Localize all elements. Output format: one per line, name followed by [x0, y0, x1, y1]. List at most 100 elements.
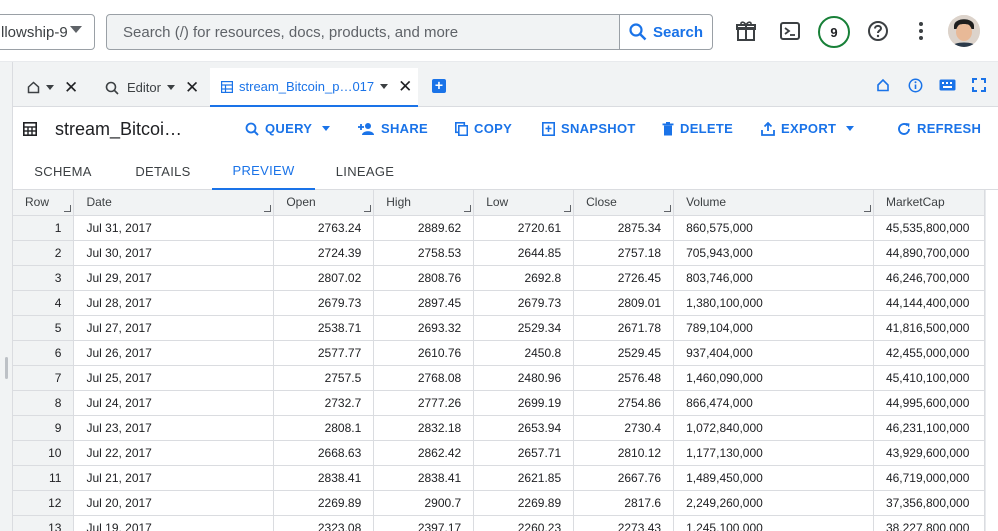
column-resize-handle[interactable]	[464, 204, 472, 212]
query-button[interactable]: QUERY	[245, 121, 331, 136]
table-cell-open: 2323.08	[273, 515, 375, 531]
column-header-marketcap[interactable]: MarketCap	[873, 190, 985, 216]
row-number: 6	[13, 340, 75, 366]
column-header-label: Volume	[686, 195, 727, 210]
table-row[interactable]: 5 Jul 27, 2017 2538.71 2693.32 2529.34 2671.7…	[13, 315, 985, 341]
table-row[interactable]: 7 Jul 25, 2017 2757.5 2768.08 2480.96 2576.48…	[13, 365, 985, 391]
table-row[interactable]: 11 Jul 21, 2017 2838.41 2838.41 2621.85 2667.…	[13, 465, 985, 491]
table-cell-volume: 1,460,090,000	[673, 365, 874, 391]
tab-stream-bitcoin[interactable]: stream_Bitcoin_p…017 ✕	[210, 68, 418, 107]
column-header-row[interactable]: Row	[13, 190, 75, 216]
table-cell-high: 2397.17	[373, 515, 475, 531]
table-row[interactable]: 6 Jul 26, 2017 2577.77 2610.76 2450.8 2529.45…	[13, 340, 985, 366]
table-cell-low: 2699.19	[473, 390, 575, 416]
table-cell-date: Jul 31, 2017	[73, 215, 275, 241]
search-icon	[629, 23, 647, 41]
notifications-badge[interactable]: 9	[818, 16, 850, 48]
tab-details[interactable]: DETAILS	[113, 152, 213, 190]
column-header-volume[interactable]: Volume	[673, 190, 874, 216]
chevron-down-icon	[846, 126, 855, 131]
table-row[interactable]: 10 Jul 22, 2017 2668.63 2862.42 2657.71 2810.…	[13, 440, 985, 466]
tab-editor[interactable]: Editor ✕	[105, 68, 199, 107]
table-cell-low: 2260.23	[473, 515, 575, 531]
column-header-open[interactable]: Open	[273, 190, 375, 216]
snapshot-icon	[542, 121, 555, 136]
table-icon	[221, 80, 233, 93]
close-icon[interactable]: ✕	[185, 78, 199, 98]
column-resize-handle[interactable]	[64, 204, 72, 212]
column-resize-handle[interactable]	[863, 204, 871, 212]
add-tab-icon[interactable]: +	[432, 78, 446, 93]
table-cell-high: 2838.41	[373, 465, 475, 491]
column-header-close[interactable]: Close	[573, 190, 675, 216]
cloud-shell-icon[interactable]	[775, 16, 805, 46]
column-resize-handle[interactable]	[564, 204, 572, 212]
table-cell-close: 2730.4	[573, 415, 675, 441]
column-resize-handle[interactable]	[664, 204, 672, 212]
search-button[interactable]: Search	[619, 15, 712, 49]
help-icon[interactable]	[863, 16, 893, 46]
table-row[interactable]: 13 Jul 19, 2017 2323.08 2397.17 2260.23 2273.…	[13, 515, 985, 531]
editor-tab-strip: ✕ Editor ✕ stream_Bitcoin_p…017 ✕ +	[13, 62, 998, 107]
table-cell-high: 2768.08	[373, 365, 475, 391]
table-cell-high: 2808.76	[373, 265, 475, 291]
tab-home[interactable]: ✕	[27, 68, 78, 107]
table-cell-marketcap: 42,455,000,000	[873, 340, 985, 366]
column-header-low[interactable]: Low	[473, 190, 575, 216]
delete-button[interactable]: DELETE	[662, 121, 733, 136]
table-row[interactable]: 2 Jul 30, 2017 2724.39 2758.53 2644.85 2757.1…	[13, 240, 985, 266]
table-cell-volume: 803,746,000	[673, 265, 874, 291]
column-header-high[interactable]: High	[373, 190, 475, 216]
tab-schema[interactable]: SCHEMA	[13, 152, 113, 190]
home-icon[interactable]	[874, 76, 892, 94]
table-row[interactable]: 8 Jul 24, 2017 2732.7 2777.26 2699.19 2754.86…	[13, 390, 985, 416]
export-button[interactable]: EXPORT	[761, 121, 855, 136]
keyboard-icon[interactable]	[938, 76, 956, 94]
project-selector[interactable]: llowship-9	[0, 14, 95, 50]
table-cell-volume: 789,104,000	[673, 315, 874, 341]
table-cell-close: 2817.6	[573, 490, 675, 516]
table-cell-high: 2832.18	[373, 415, 475, 441]
table-row[interactable]: 1 Jul 31, 2017 2763.24 2889.62 2720.61 2875.3…	[13, 215, 985, 241]
table-row[interactable]: 12 Jul 20, 2017 2269.89 2900.7 2269.89 2817.6…	[13, 490, 985, 516]
column-resize-handle[interactable]	[364, 204, 372, 212]
chevron-down-icon[interactable]	[380, 84, 389, 89]
tab-preview[interactable]: PREVIEW	[212, 152, 315, 190]
table-cell-volume: 1,245,100,000	[673, 515, 874, 531]
table-cell-high: 2889.62	[373, 215, 475, 241]
table-row[interactable]: 9 Jul 23, 2017 2808.1 2832.18 2653.94 2730.4 1…	[13, 415, 985, 441]
chevron-down-icon[interactable]	[166, 85, 175, 90]
tab-lineage[interactable]: LINEAGE	[315, 152, 415, 190]
column-header-date[interactable]: Date	[73, 190, 275, 216]
close-icon[interactable]: ✕	[398, 77, 412, 97]
close-icon[interactable]: ✕	[64, 78, 78, 98]
table-cell-marketcap: 44,890,700,000	[873, 240, 985, 266]
copy-button[interactable]: COPY	[455, 121, 512, 136]
table-cell-volume: 866,474,000	[673, 390, 874, 416]
gift-icon[interactable]	[731, 16, 761, 46]
avatar[interactable]	[948, 15, 980, 47]
snapshot-button[interactable]: SNAPSHOT	[542, 121, 636, 136]
resize-handle[interactable]	[5, 357, 8, 379]
table-row[interactable]: 3 Jul 29, 2017 2807.02 2808.76 2692.8 2726.45…	[13, 265, 985, 291]
table-row[interactable]: 4 Jul 28, 2017 2679.73 2897.45 2679.73 2809.0…	[13, 290, 985, 316]
table-cell-open: 2668.63	[273, 440, 375, 466]
column-resize-handle[interactable]	[264, 204, 272, 212]
table-cell-high: 2900.7	[373, 490, 475, 516]
vertical-scrollbar[interactable]	[985, 190, 998, 531]
refresh-button[interactable]: REFRESH	[897, 121, 981, 136]
info-icon[interactable]	[906, 76, 924, 94]
table-cell-volume: 860,575,000	[673, 215, 874, 241]
fullscreen-icon[interactable]	[970, 76, 988, 94]
more-vert-icon[interactable]	[906, 16, 936, 46]
row-number: 4	[13, 290, 75, 316]
row-number: 10	[13, 440, 75, 466]
trash-icon	[662, 121, 674, 135]
table-cell-open: 2577.77	[273, 340, 375, 366]
table-cell-close: 2667.76	[573, 465, 675, 491]
column-header-label: Close	[586, 195, 617, 210]
search-input[interactable]	[107, 15, 619, 49]
chevron-down-icon[interactable]	[46, 85, 54, 90]
share-button[interactable]: SHARE	[358, 121, 428, 136]
table-cell-volume: 1,072,840,000	[673, 415, 874, 441]
